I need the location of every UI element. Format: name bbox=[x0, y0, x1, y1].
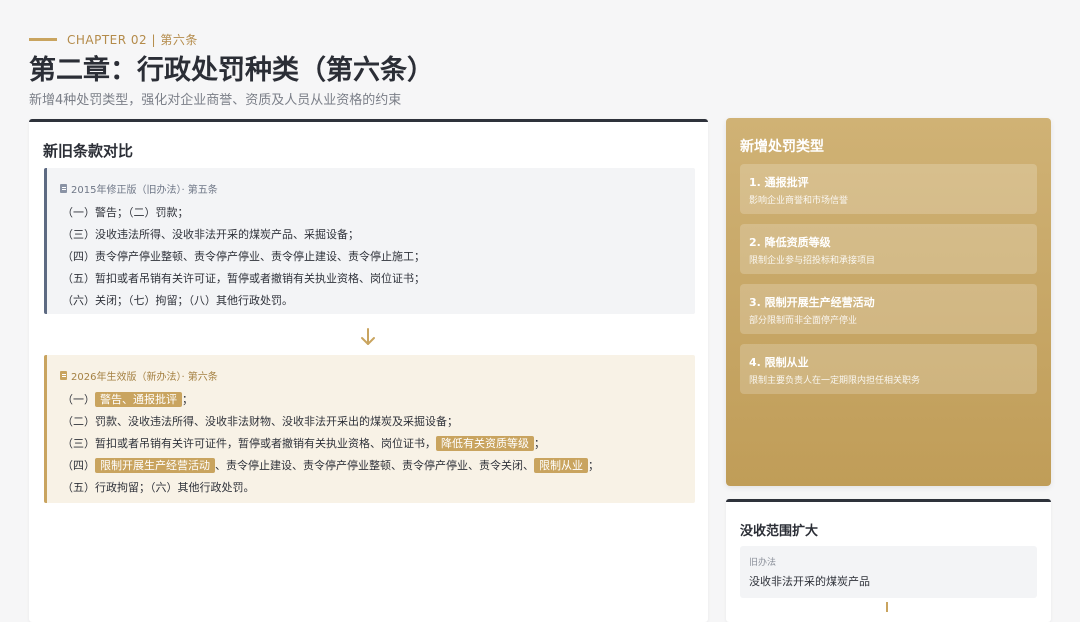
new-type-title: 1. 通报批评 bbox=[749, 176, 809, 189]
highlight-added: 降低有关资质等级 bbox=[436, 436, 534, 451]
old-clause-lines: （一）警告；（二）罚款； （三）没收违法所得、没收非法开采的煤炭产品、采掘设备；… bbox=[62, 202, 425, 312]
old-clause-line: （一）警告；（二）罚款； bbox=[62, 206, 189, 219]
confiscation-title: 没收范围扩大 bbox=[740, 524, 819, 539]
new-type-desc: 影响企业商誉和市场信誉 bbox=[749, 196, 849, 206]
line-text: （四） bbox=[62, 459, 95, 472]
new-type-item: 2. 降低资质等级 限制企业参与招投标和承接项目 bbox=[740, 224, 1037, 274]
eyebrow-accent-bar bbox=[29, 38, 57, 41]
new-clause-line: （五）行政拘留；（六）其他行政处罚。 bbox=[62, 481, 255, 494]
new-clause-line: （二）罚款、没收违法所得、没收非法财物、没收非法开采出的煤炭及采掘设备； bbox=[62, 415, 458, 428]
confiscation-old-value: 没收非法开采的煤炭产品 bbox=[749, 575, 870, 588]
new-type-item: 3. 限制开展生产经营活动 部分限制而非全面停产停业 bbox=[740, 284, 1037, 334]
page-title: 第二章：行政处罚种类（第六条） bbox=[29, 55, 434, 86]
new-type-title: 2. 降低资质等级 bbox=[749, 236, 831, 249]
line-text: 、责令停止建设、责令停产停业整顿、责令停产停业、责令关闭、 bbox=[215, 459, 534, 472]
old-clause-label: 2015年修正版（旧办法）· 第五条 bbox=[60, 181, 218, 196]
highlight-added: 警告、通报批评 bbox=[95, 392, 182, 407]
new-type-desc: 限制企业参与招投标和承接项目 bbox=[749, 256, 876, 266]
highlight-added: 限制从业 bbox=[534, 458, 588, 473]
page-subtitle: 新增4种处罚类型，强化对企业商誉、资质及人员从业资格的约束 bbox=[29, 93, 402, 108]
new-clause-label-text: 2026年生效版（新办法）· 第六条 bbox=[71, 372, 218, 383]
highlight-added: 限制开展生产经营活动 bbox=[95, 458, 215, 473]
new-type-item: 1. 通报批评 影响企业商誉和市场信誉 bbox=[740, 164, 1037, 214]
comparison-card: 新旧条款对比 2015年修正版（旧办法）· 第五条 （一）警告；（二）罚款； （… bbox=[29, 119, 708, 622]
arrow-down-icon bbox=[886, 602, 888, 612]
line-text: ； bbox=[588, 459, 599, 472]
chapter-label: CHAPTER 02 | 第六条 bbox=[67, 33, 198, 47]
arrow-down-icon bbox=[361, 328, 375, 345]
old-clause-line: （六）关闭；（七）拘留；（八）其他行政处罚。 bbox=[62, 294, 293, 307]
comparison-title: 新旧条款对比 bbox=[43, 142, 134, 160]
new-types-card: 新增处罚类型 1. 通报批评 影响企业商誉和市场信誉 2. 降低资质等级 限制企… bbox=[726, 118, 1051, 486]
confiscation-old-box: 旧办法 没收非法开采的煤炭产品 bbox=[740, 546, 1037, 598]
document-icon bbox=[60, 371, 67, 380]
new-type-item: 4. 限制从业 限制主要负责人在一定期限内担任相关职务 bbox=[740, 344, 1037, 394]
new-clause-line: （四） 限制开展生产经营活动 、责令停止建设、责令停产停业整顿、责令停产停业、责令关… bbox=[62, 455, 599, 477]
new-clause-box: 2026年生效版（新办法）· 第六条 （一） 警告、通报批评； （二）罚款、没收违… bbox=[44, 355, 695, 503]
line-text: （一） bbox=[62, 393, 95, 406]
new-type-desc: 部分限制而非全面停产停业 bbox=[749, 316, 858, 326]
line-text: ； bbox=[182, 393, 193, 406]
chapter-eyebrow: CHAPTER 02 | 第六条 bbox=[29, 31, 198, 48]
old-clause-box: 2015年修正版（旧办法）· 第五条 （一）警告；（二）罚款； （三）没收违法所… bbox=[44, 168, 695, 314]
new-clause-label: 2026年生效版（新办法）· 第六条 bbox=[60, 368, 218, 383]
old-clause-line: （三）没收违法所得、没收非法开采的煤炭产品、采掘设备； bbox=[62, 228, 359, 241]
document-icon bbox=[60, 184, 67, 193]
old-clause-line: （四）责令停产停业整顿、责令停产停业、责令停止建设、责令停止施工； bbox=[62, 250, 425, 263]
new-clause-lines: （一） 警告、通报批评； （二）罚款、没收违法所得、没收非法财物、没收非法开采出的… bbox=[62, 389, 599, 499]
new-clause-line: （三）暂扣或者吊销有关许可证件，暂停或者撤销有关执业资格、岗位证书， 降低有关资质… bbox=[62, 433, 599, 455]
line-text: （三）暂扣或者吊销有关许可证件，暂停或者撤销有关执业资格、岗位证书， bbox=[62, 437, 436, 450]
page: CHAPTER 02 | 第六条 第二章：行政处罚种类（第六条） 新增4种处罚类… bbox=[0, 0, 1080, 622]
new-type-title: 3. 限制开展生产经营活动 bbox=[749, 296, 875, 309]
line-text: ； bbox=[534, 437, 545, 450]
confiscation-card: 没收范围扩大 旧办法 没收非法开采的煤炭产品 bbox=[726, 499, 1051, 622]
old-clause-label-text: 2015年修正版（旧办法）· 第五条 bbox=[71, 185, 218, 196]
old-clause-line: （五）暂扣或者吊销有关许可证，暂停或者撤销有关执业资格、岗位证书； bbox=[62, 272, 425, 285]
new-clause-line: （一） 警告、通报批评； bbox=[62, 389, 599, 411]
new-type-desc: 限制主要负责人在一定期限内担任相关职务 bbox=[749, 376, 921, 386]
confiscation-old-label: 旧办法 bbox=[749, 558, 777, 568]
new-types-title: 新增处罚类型 bbox=[740, 139, 824, 155]
new-type-title: 4. 限制从业 bbox=[749, 356, 809, 369]
